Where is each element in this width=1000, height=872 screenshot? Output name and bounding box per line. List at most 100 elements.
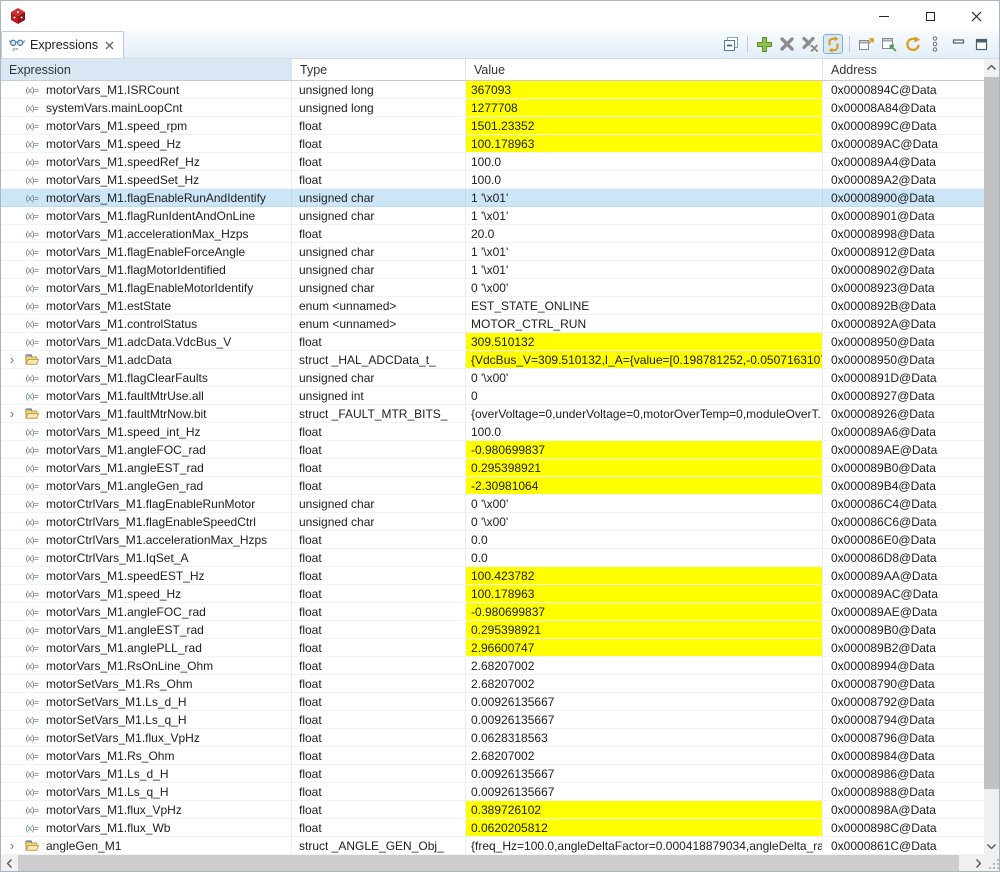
expression-row[interactable]: (x)= motorVars_M1.angleGen_rad float -2.… bbox=[1, 477, 986, 495]
cell-value[interactable]: 0.295398921 bbox=[466, 621, 823, 638]
cell-value[interactable]: 100.0 bbox=[466, 423, 823, 440]
expression-row[interactable]: (x)= motorVars_M1.angleFOC_rad float -0.… bbox=[1, 441, 986, 459]
cell-value[interactable]: 0.0 bbox=[466, 549, 823, 566]
column-header-value[interactable]: Value bbox=[466, 59, 823, 80]
expression-row[interactable]: (x)= motorVars_M1.flagEnableMotorIdentif… bbox=[1, 279, 986, 297]
scroll-left-arrow-icon[interactable] bbox=[1, 855, 17, 872]
cell-value[interactable]: 0.295398921 bbox=[466, 459, 823, 476]
cell-value[interactable]: 1 '\x01' bbox=[466, 207, 823, 224]
cell-value[interactable]: {VdcBus_V=309.510132,I_A={value=[0.19878… bbox=[466, 351, 823, 368]
expression-row[interactable]: (x)= motorVars_M1.estState enum <unnamed… bbox=[1, 297, 986, 315]
expression-row[interactable]: (x)= motorCtrlVars_M1.accelerationMax_Hz… bbox=[1, 531, 986, 549]
expression-row[interactable]: (x)= motorVars_M1.speed_Hz float 100.178… bbox=[1, 135, 986, 153]
cell-value[interactable]: 2.68207002 bbox=[466, 675, 823, 692]
expression-row[interactable]: (x)= motorVars_M1.angleEST_rad float 0.2… bbox=[1, 459, 986, 477]
window-minimize-button[interactable] bbox=[861, 1, 907, 31]
scroll-down-arrow-icon[interactable] bbox=[984, 838, 999, 855]
cell-value[interactable]: 2.96600747 bbox=[466, 639, 823, 656]
cell-value[interactable]: -0.980699837 bbox=[466, 441, 823, 458]
cell-value[interactable]: EST_STATE_ONLINE bbox=[466, 297, 823, 314]
refresh-button[interactable] bbox=[902, 34, 922, 54]
cell-value[interactable]: 1277708 bbox=[466, 99, 823, 116]
expression-row[interactable]: (x)= motorCtrlVars_M1.flagEnableSpeedCtr… bbox=[1, 513, 986, 531]
expression-row[interactable]: › motorVars_M1.adcData struct _HAL_ADCDa… bbox=[1, 351, 986, 369]
cell-value[interactable]: 0 '\x00' bbox=[466, 513, 823, 530]
column-header-type[interactable]: Type bbox=[292, 59, 466, 80]
cell-value[interactable]: 100.0 bbox=[466, 171, 823, 188]
expression-row[interactable]: › angleGen_M1 struct _ANGLE_GEN_Obj_ {fr… bbox=[1, 837, 986, 855]
cell-value[interactable]: 20.0 bbox=[466, 225, 823, 242]
expression-row[interactable]: (x)= motorSetVars_M1.Rs_Ohm float 2.6820… bbox=[1, 675, 986, 693]
tab-close-button[interactable] bbox=[105, 41, 114, 50]
expression-row[interactable]: (x)= motorVars_M1.speed_int_Hz float 100… bbox=[1, 423, 986, 441]
resize-grip[interactable] bbox=[987, 857, 1000, 870]
cell-value[interactable]: 367093 bbox=[466, 81, 823, 98]
expression-row[interactable]: (x)= motorVars_M1.speedSet_Hz float 100.… bbox=[1, 171, 986, 189]
expression-row[interactable]: (x)= motorVars_M1.controlStatus enum <un… bbox=[1, 315, 986, 333]
expression-row[interactable]: (x)= systemVars.mainLoopCnt unsigned lon… bbox=[1, 99, 986, 117]
tab-expressions[interactable]: x= Expressions bbox=[1, 31, 124, 58]
cell-value[interactable]: 309.510132 bbox=[466, 333, 823, 350]
expression-row[interactable]: (x)= motorVars_M1.ISRCount unsigned long… bbox=[1, 81, 986, 99]
column-header-expression[interactable]: Expression bbox=[1, 59, 292, 80]
expression-row[interactable]: (x)= motorVars_M1.accelerationMax_Hzps f… bbox=[1, 225, 986, 243]
cell-value[interactable]: 0.0 bbox=[466, 531, 823, 548]
expression-row[interactable]: (x)= motorVars_M1.angleEST_rad float 0.2… bbox=[1, 621, 986, 639]
continuous-refresh-button[interactable] bbox=[823, 34, 843, 54]
vertical-scroll-thumb[interactable] bbox=[984, 77, 999, 789]
cell-value[interactable]: 100.178963 bbox=[466, 585, 823, 602]
expression-row[interactable]: (x)= motorVars_M1.anglePLL_rad float 2.9… bbox=[1, 639, 986, 657]
cell-value[interactable]: 100.178963 bbox=[466, 135, 823, 152]
ccs-red-cube-icon[interactable] bbox=[9, 7, 27, 25]
add-expression-button[interactable] bbox=[754, 34, 774, 54]
expression-row[interactable]: (x)= motorSetVars_M1.Ls_q_H float 0.0092… bbox=[1, 711, 986, 729]
minimize-view-button[interactable] bbox=[948, 34, 968, 54]
expression-row[interactable]: (x)= motorVars_M1.flagClearFaults unsign… bbox=[1, 369, 986, 387]
vertical-scrollbar[interactable] bbox=[984, 59, 999, 855]
cell-value[interactable]: 0.00926135667 bbox=[466, 693, 823, 710]
expression-row[interactable]: › motorVars_M1.faultMtrNow.bit struct _F… bbox=[1, 405, 986, 423]
expression-row[interactable]: (x)= motorVars_M1.flagEnableRunAndIdenti… bbox=[1, 189, 986, 207]
cell-value[interactable]: 0.389726102 bbox=[466, 801, 823, 818]
cell-value[interactable]: 0 '\x00' bbox=[466, 495, 823, 512]
row-expander[interactable]: › bbox=[6, 354, 18, 366]
row-expander[interactable]: › bbox=[6, 840, 18, 852]
expression-row[interactable]: (x)= motorVars_M1.flagRunIdentAndOnLine … bbox=[1, 207, 986, 225]
cell-value[interactable]: MOTOR_CTRL_RUN bbox=[466, 315, 823, 332]
expression-row[interactable]: (x)= motorCtrlVars_M1.IqSet_A float 0.0 … bbox=[1, 549, 986, 567]
expression-row[interactable]: (x)= motorVars_M1.speed_rpm float 1501.2… bbox=[1, 117, 986, 135]
cell-value[interactable]: {overVoltage=0,underVoltage=0,motorOverT… bbox=[466, 405, 823, 422]
expression-row[interactable]: (x)= motorVars_M1.flagMotorIdentified un… bbox=[1, 261, 986, 279]
expression-row[interactable]: (x)= motorVars_M1.Rs_Ohm float 2.6820700… bbox=[1, 747, 986, 765]
view-menu-button[interactable] bbox=[925, 34, 945, 54]
cell-value[interactable]: 100.0 bbox=[466, 153, 823, 170]
collapse-all-button[interactable] bbox=[721, 34, 741, 54]
cell-value[interactable]: 0.00926135667 bbox=[466, 783, 823, 800]
expression-row[interactable]: (x)= motorCtrlVars_M1.flagEnableRunMotor… bbox=[1, 495, 986, 513]
cell-value[interactable]: 0.0620205812 bbox=[466, 819, 823, 836]
pin-view-button[interactable] bbox=[879, 34, 899, 54]
new-window-button[interactable] bbox=[856, 34, 876, 54]
cell-value[interactable]: 1 '\x01' bbox=[466, 261, 823, 278]
expression-row[interactable]: (x)= motorVars_M1.flux_VpHz float 0.3897… bbox=[1, 801, 986, 819]
window-maximize-button[interactable] bbox=[907, 1, 953, 31]
expression-row[interactable]: (x)= motorVars_M1.angleFOC_rad float -0.… bbox=[1, 603, 986, 621]
expression-row[interactable]: (x)= motorVars_M1.adcData.VdcBus_V float… bbox=[1, 333, 986, 351]
expression-row[interactable]: (x)= motorVars_M1.Ls_q_H float 0.0092613… bbox=[1, 783, 986, 801]
expression-row[interactable]: (x)= motorSetVars_M1.flux_VpHz float 0.0… bbox=[1, 729, 986, 747]
row-expander[interactable]: › bbox=[6, 408, 18, 420]
expression-row[interactable]: (x)= motorVars_M1.RsOnLine_Ohm float 2.6… bbox=[1, 657, 986, 675]
scroll-up-arrow-icon[interactable] bbox=[984, 59, 999, 76]
remove-all-expressions-button[interactable] bbox=[800, 34, 820, 54]
cell-value[interactable]: 0.0628318563 bbox=[466, 729, 823, 746]
expression-row[interactable]: (x)= motorVars_M1.speedEST_Hz float 100.… bbox=[1, 567, 986, 585]
cell-value[interactable]: {freq_Hz=100.0,angleDeltaFactor=0.000418… bbox=[466, 837, 823, 854]
horizontal-scroll-thumb[interactable] bbox=[18, 855, 959, 872]
expression-row[interactable]: (x)= motorVars_M1.flagEnableForceAngle u… bbox=[1, 243, 986, 261]
cell-value[interactable]: -0.980699837 bbox=[466, 603, 823, 620]
expression-row[interactable]: (x)= motorVars_M1.speedRef_Hz float 100.… bbox=[1, 153, 986, 171]
cell-value[interactable]: 1 '\x01' bbox=[466, 243, 823, 260]
expression-row[interactable]: (x)= motorVars_M1.flux_Wb float 0.062020… bbox=[1, 819, 986, 837]
expression-row[interactable]: (x)= motorVars_M1.speed_Hz float 100.178… bbox=[1, 585, 986, 603]
expression-row[interactable]: (x)= motorVars_M1.Ls_d_H float 0.0092613… bbox=[1, 765, 986, 783]
